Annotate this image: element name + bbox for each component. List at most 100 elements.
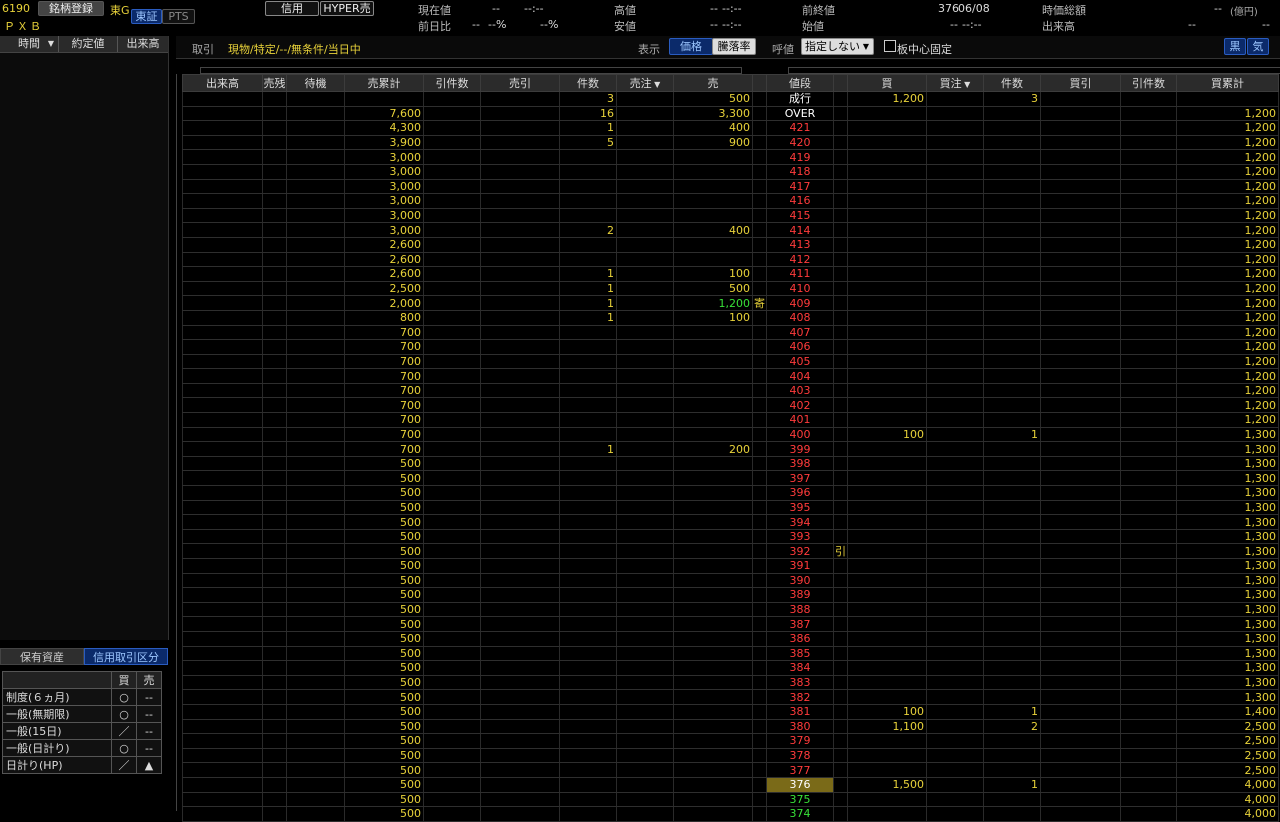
cell-price[interactable]: 402 [766,397,834,414]
cell-ask-qty[interactable] [673,719,753,735]
book-row[interactable]: 500 376 1,500 1 4,000 [182,777,1279,793]
book-row[interactable]: 700 401 1,200 [182,412,1279,428]
cell-ask-qty[interactable] [673,777,753,793]
cell-price[interactable]: 391 [766,558,834,574]
cell-price[interactable]: 401 [766,412,834,428]
cell-bid-qty[interactable] [847,602,927,618]
cell-price[interactable]: 403 [766,383,834,399]
cell-price[interactable]: 410 [766,281,834,297]
display-change-rate-button[interactable]: 騰落率 [712,38,756,55]
tab-holdings[interactable]: 保有資産 [0,648,84,665]
book-row[interactable]: 500 397 1,300 [182,470,1279,487]
cell-ask-qty[interactable] [673,529,753,545]
cell-price[interactable]: 385 [766,646,834,662]
book-row[interactable]: 500 378 2,500 [182,748,1279,764]
cell-price[interactable]: 416 [766,193,834,209]
black-theme-button[interactable]: 黒 [1224,38,1246,55]
book-row[interactable]: 3,000 415 1,200 [182,208,1279,224]
cell-ask-qty[interactable] [673,543,753,559]
book-row[interactable]: 700 1 200 399 1,300 [182,441,1279,457]
book-row[interactable]: 500 374 4,000 [182,806,1279,822]
cell-ask-qty[interactable] [673,339,753,355]
cell-bid-qty[interactable] [847,310,927,326]
cell-ask-qty[interactable] [673,631,753,647]
cell-price[interactable]: 377 [766,762,834,778]
cell-bid-qty[interactable]: 100 [847,427,927,443]
cell-bid-qty[interactable] [847,368,927,384]
book-row[interactable]: 500 388 1,300 [182,602,1279,618]
cell-bid-qty[interactable] [847,295,927,311]
cell-price[interactable]: 411 [766,266,834,282]
register-stock-button[interactable]: 銘柄登録 [38,1,104,16]
cell-ask-qty[interactable] [673,748,753,764]
book-row[interactable]: 500 392 引 1,300 [182,543,1279,559]
cell-price[interactable]: 395 [766,500,834,516]
book-row[interactable]: 500 382 1,300 [182,689,1279,705]
book-row[interactable]: 700 407 1,200 [182,325,1279,341]
cell-ask-qty[interactable] [673,252,753,268]
display-price-button[interactable]: 価格 [669,38,713,55]
cell-bid-qty[interactable] [847,208,927,224]
cell-price[interactable]: 421 [766,120,834,136]
cell-ask-qty[interactable]: 100 [673,266,753,282]
book-row[interactable]: 3,000 416 1,200 [182,193,1279,209]
cell-price[interactable]: 375 [766,792,834,808]
cell-price[interactable]: 383 [766,675,834,691]
cell-price[interactable]: 388 [766,602,834,618]
cell-ask-qty[interactable] [673,675,753,691]
book-row[interactable]: 3 500 成行 1,200 3 [182,91,1279,107]
cell-price[interactable]: 386 [766,631,834,647]
book-row[interactable]: 500 393 1,300 [182,529,1279,545]
cell-ask-qty[interactable] [673,470,753,487]
cell-ask-qty[interactable]: 1,200 [673,295,753,311]
book-row[interactable]: 500 386 1,300 [182,631,1279,647]
cell-price[interactable]: 406 [766,339,834,355]
cell-bid-qty[interactable] [847,412,927,428]
book-row[interactable]: 3,000 419 1,200 [182,149,1279,165]
cell-bid-qty[interactable] [847,252,927,268]
book-row[interactable]: 700 405 1,200 [182,354,1279,370]
cell-bid-qty[interactable] [847,149,927,165]
cell-ask-qty[interactable]: 200 [673,441,753,457]
book-row[interactable]: 2,000 1 1,200 寄 409 1,200 [182,295,1279,311]
cell-bid-qty[interactable] [847,193,927,209]
book-row[interactable]: 500 395 1,300 [182,500,1279,516]
cell-bid-qty[interactable] [847,573,927,589]
cell-ask-qty[interactable] [673,485,753,501]
cell-bid-qty[interactable] [847,222,927,238]
book-row[interactable]: 500 396 1,300 [182,485,1279,501]
cell-price[interactable]: OVER [766,106,834,122]
cell-ask-qty[interactable]: 3,300 [673,106,753,122]
cell-bid-qty[interactable] [847,806,927,822]
cell-price[interactable]: 407 [766,325,834,341]
cell-price[interactable]: 398 [766,456,834,472]
book-row[interactable]: 2,600 413 1,200 [182,237,1279,253]
tab-pts[interactable]: PTS [162,9,195,24]
cell-price[interactable]: 378 [766,748,834,764]
book-row[interactable]: 700 404 1,200 [182,368,1279,384]
tab-tse[interactable]: 東証 [131,9,162,24]
cell-ask-qty[interactable] [673,616,753,632]
book-row[interactable]: 700 402 1,200 [182,397,1279,414]
book-row[interactable]: 500 391 1,300 [182,558,1279,574]
cell-ask-qty[interactable] [673,456,753,472]
cell-ask-qty[interactable] [673,397,753,414]
cell-price[interactable]: 399 [766,441,834,457]
cell-price[interactable]: 408 [766,310,834,326]
cell-ask-qty[interactable] [673,689,753,705]
cell-ask-qty[interactable] [673,806,753,822]
cell-price[interactable]: 409 [766,295,834,311]
cell-price[interactable]: 389 [766,587,834,603]
cell-bid-qty[interactable] [847,354,927,370]
book-row[interactable]: 3,000 417 1,200 [182,179,1279,195]
cell-bid-qty[interactable] [847,470,927,487]
trade-setting[interactable]: 現物/特定/--/無条件/当日中 [228,41,361,57]
book-row[interactable]: 3,000 418 1,200 [182,164,1279,180]
cell-bid-qty[interactable] [847,616,927,632]
cell-ask-qty[interactable] [673,412,753,428]
cell-ask-qty[interactable]: 500 [673,281,753,297]
cell-bid-qty[interactable] [847,237,927,253]
cell-price[interactable]: 成行 [766,91,834,107]
cell-bid-qty[interactable] [847,733,927,749]
cell-ask-qty[interactable]: 900 [673,135,753,151]
